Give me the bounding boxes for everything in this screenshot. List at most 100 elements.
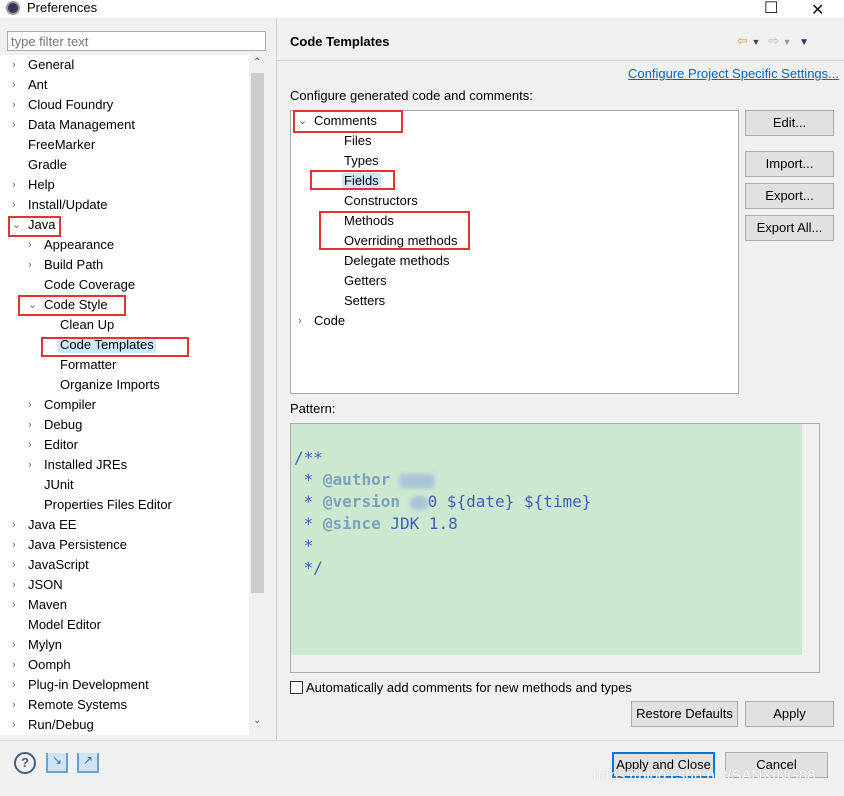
tree-item[interactable]: › Remote Systems [0, 695, 249, 715]
export-preferences-icon[interactable]: ↗ [77, 753, 99, 773]
export-button[interactable]: Export... [745, 183, 834, 209]
tree-item[interactable]: Types [291, 151, 738, 171]
expand-arrow-icon[interactable]: › [28, 415, 32, 435]
tree-item[interactable]: Getters [291, 271, 738, 291]
tree-item[interactable]: › Editor [0, 435, 249, 455]
tree-item[interactable]: Files [291, 131, 738, 151]
tree-item[interactable]: › Cloud Foundry [0, 95, 249, 115]
scroll-down-icon[interactable]: ⌄ [253, 715, 261, 726]
tree-item[interactable]: › Mylyn [0, 635, 249, 655]
tree-item-label: Compiler [44, 397, 97, 412]
tree-item[interactable]: FreeMarker [0, 135, 249, 155]
expand-arrow-icon[interactable]: › [12, 715, 16, 735]
expand-arrow-icon[interactable]: › [12, 655, 16, 675]
tree-item[interactable]: › Build Path [0, 255, 249, 275]
tree-item-label: Plug-in Development [28, 677, 149, 692]
expand-arrow-icon[interactable]: › [12, 675, 16, 695]
tree-item[interactable]: › Installed JREs [0, 455, 249, 475]
tree-item[interactable]: › Help [0, 175, 249, 195]
tree-item[interactable]: Setters [291, 291, 738, 311]
apply-button[interactable]: Apply [745, 701, 834, 727]
tree-item[interactable]: Clean Up [0, 315, 249, 335]
pattern-editor[interactable]: /** * @author * @version 0 ${date} ${tim… [290, 423, 820, 673]
tree-item[interactable]: › Ant [0, 75, 249, 95]
expand-arrow-icon[interactable]: › [298, 311, 302, 331]
auto-comment-label[interactable]: Automatically add comments for new metho… [306, 680, 632, 695]
tree-item-label: Files [344, 133, 372, 148]
expand-arrow-icon[interactable]: › [12, 635, 16, 655]
filter-input[interactable] [7, 31, 266, 51]
tree-item[interactable]: › Debug [0, 415, 249, 435]
expand-arrow-icon[interactable]: › [28, 235, 32, 255]
back-icon[interactable]: ⇦ [737, 33, 748, 48]
tree-item[interactable]: › Java EE [0, 515, 249, 535]
tree-item[interactable]: › Plug-in Development [0, 675, 249, 695]
forward-icon[interactable]: ⇨ [768, 33, 779, 48]
export-all-button[interactable]: Export All... [745, 215, 834, 241]
tree-item[interactable]: Delegate methods [291, 251, 738, 271]
tree-item-label: Installed JREs [44, 457, 128, 472]
tree-item[interactable]: › Data Management [0, 115, 249, 135]
scrollbar-thumb[interactable] [251, 73, 264, 593]
expand-arrow-icon[interactable]: › [12, 535, 16, 555]
close-button[interactable]: ✕ [811, 0, 824, 20]
expand-arrow-icon[interactable]: › [12, 695, 16, 715]
forward-menu-icon[interactable]: ▼ [783, 37, 792, 47]
restore-defaults-button[interactable]: Restore Defaults [631, 701, 738, 727]
expand-arrow-icon[interactable]: › [28, 395, 32, 415]
tree-item-label: Remote Systems [28, 697, 127, 712]
minimize-button[interactable]: — [717, 0, 733, 18]
tree-item[interactable]: › General [0, 55, 249, 75]
import-button[interactable]: Import... [745, 151, 834, 177]
tree-item[interactable]: Formatter [0, 355, 249, 375]
auto-comment-checkbox[interactable] [290, 681, 303, 694]
edit-button[interactable]: Edit... [745, 110, 834, 136]
expand-arrow-icon[interactable]: › [12, 75, 16, 95]
tree-item[interactable]: › Maven [0, 595, 249, 615]
scroll-up-icon[interactable]: ⌃ [253, 57, 261, 68]
expand-arrow-icon[interactable]: › [12, 175, 16, 195]
tree-item[interactable]: › JSON [0, 575, 249, 595]
expand-arrow-icon[interactable]: › [12, 595, 16, 615]
tree-item[interactable]: Organize Imports [0, 375, 249, 395]
tree-item[interactable]: Model Editor [0, 615, 249, 635]
import-preferences-icon[interactable]: ↘ [46, 753, 68, 773]
expand-arrow-icon[interactable]: › [12, 555, 16, 575]
tree-item[interactable]: › Code [291, 311, 738, 331]
help-icon[interactable]: ? [14, 752, 36, 774]
tree-item-label: Delegate methods [344, 253, 450, 268]
tree-item-label: Code [314, 313, 346, 328]
configure-project-link[interactable]: Configure Project Specific Settings... [628, 66, 839, 81]
maximize-button[interactable]: ☐ [764, 0, 778, 18]
tree-item[interactable]: Gradle [0, 155, 249, 175]
pattern-vscrollbar[interactable] [802, 424, 819, 656]
tree-item[interactable]: Constructors [291, 191, 738, 211]
tree-item[interactable]: › JavaScript [0, 555, 249, 575]
tree-item[interactable]: › Oomph [0, 655, 249, 675]
tree-item[interactable]: › Appearance [0, 235, 249, 255]
tree-item[interactable]: JUnit [0, 475, 249, 495]
tree-item[interactable]: › Compiler [0, 395, 249, 415]
tree-item[interactable]: › Java Persistence [0, 535, 249, 555]
tree-item-label: Help [28, 177, 55, 192]
pattern-hscrollbar[interactable] [291, 655, 819, 672]
tree-item-label: Organize Imports [60, 377, 160, 392]
expand-arrow-icon[interactable]: › [28, 435, 32, 455]
configure-label: Configure generated code and comments: [290, 88, 533, 103]
expand-arrow-icon[interactable]: › [28, 255, 32, 275]
expand-arrow-icon[interactable]: › [12, 95, 16, 115]
expand-arrow-icon[interactable]: › [12, 515, 16, 535]
expand-arrow-icon[interactable]: › [28, 455, 32, 475]
tree-item[interactable]: › Install/Update [0, 195, 249, 215]
expand-arrow-icon[interactable]: › [12, 115, 16, 135]
expand-arrow-icon[interactable]: › [12, 575, 16, 595]
pattern-line: * [294, 536, 314, 555]
expand-arrow-icon[interactable]: › [12, 55, 16, 75]
view-menu-icon[interactable]: ▼ [799, 37, 809, 48]
back-menu-icon[interactable]: ▼ [752, 37, 761, 47]
expand-arrow-icon[interactable]: › [12, 195, 16, 215]
tree-item[interactable]: Properties Files Editor [0, 495, 249, 515]
tree-item[interactable]: Code Coverage [0, 275, 249, 295]
tree-item[interactable]: › Run/Debug [0, 715, 249, 735]
splitter[interactable] [276, 18, 277, 740]
